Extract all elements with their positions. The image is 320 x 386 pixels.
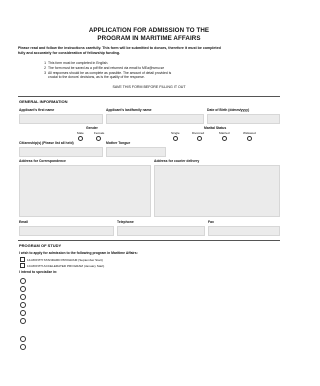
section-divider [18, 240, 280, 241]
general-information-heading: GENERAL INFORMATION [19, 99, 68, 104]
instruction-number: 2 [44, 66, 46, 70]
specialization-option-radio[interactable] [20, 302, 26, 308]
marital-widowed-radio[interactable] [247, 136, 252, 141]
standard-program-label: 14-MONTH STANDARD PROGRAM (September Sta… [27, 257, 103, 262]
specialize-statement: I intend to specialize in: [19, 270, 58, 274]
mother-tongue-label: Mother Tongue [106, 141, 131, 145]
fax-field[interactable] [208, 226, 280, 236]
intro-line2: fully and accurately for consideration o… [18, 51, 121, 55]
specialization-option-radio[interactable] [20, 294, 26, 300]
courier-address-label: Address for courier delivery [154, 159, 200, 163]
instruction-text: The form must be saved as a pdf file and… [48, 66, 165, 70]
telephone-label: Telephone [117, 220, 134, 224]
instruction-number: 3 [44, 71, 46, 75]
accelerated-program-label: 10-MONTH ACCELERATED PROGRAM (January St… [27, 263, 105, 268]
citizenship-field[interactable] [19, 147, 103, 157]
gender-male-radio[interactable] [78, 136, 83, 141]
last-name-field[interactable] [106, 114, 204, 124]
citizenship-label: Citizenship(s) (Please list all held) [19, 141, 74, 145]
instruction-number: 1 [44, 61, 46, 65]
marital-option-label: Widowed [243, 131, 256, 135]
gender-label: Gender [86, 126, 98, 130]
correspondence-address-field[interactable] [19, 165, 151, 217]
specialization-option-radio[interactable] [20, 344, 26, 350]
dob-field[interactable] [207, 114, 280, 124]
marital-married-radio[interactable] [222, 136, 227, 141]
gender-option-label: Female [94, 131, 105, 135]
last-name-label: Applicant's last/family name [106, 108, 152, 112]
form-title-line1: APPLICATION FOR ADMISSION TO THE [88, 27, 210, 34]
email-field[interactable] [19, 226, 114, 236]
marital-single-radio[interactable] [173, 136, 178, 141]
specialization-option-radio[interactable] [20, 278, 26, 284]
mother-tongue-field[interactable] [106, 147, 166, 157]
instruction-text: crucial to the donors' decisions, as is … [48, 75, 145, 79]
email-label: Email [19, 220, 29, 224]
specialization-option-radio[interactable] [20, 310, 26, 316]
instruction-text: This form must be completed in English. [48, 61, 109, 65]
program-of-study-heading: PROGRAM OF STUDY [19, 243, 62, 248]
dob-label: Date of Birth (ddmm/yyyy) [207, 108, 250, 112]
apply-statement: I wish to apply for admission to the fol… [19, 251, 138, 255]
specialization-option-radio[interactable] [20, 318, 26, 324]
marital-option-label: Married [219, 131, 230, 135]
marital-option-label: Divorced [192, 131, 205, 135]
standard-program-checkbox[interactable] [20, 257, 25, 262]
form-title-line2: PROGRAM IN MARITIME AFFAIRS [97, 35, 201, 42]
marital-status-label: Marital Status [204, 126, 227, 130]
marital-option-label: Single [171, 131, 180, 135]
fax-label: Fax [208, 220, 214, 224]
accelerated-program-checkbox[interactable] [20, 263, 25, 268]
section-divider [18, 96, 280, 97]
gender-option-label: Male [77, 131, 84, 135]
first-name-field[interactable] [19, 114, 103, 124]
specialization-option-radio[interactable] [20, 336, 26, 342]
correspondence-address-label: Address for Correspondence [19, 159, 66, 163]
gender-female-radio[interactable] [96, 136, 101, 141]
marital-divorced-radio[interactable] [197, 136, 202, 141]
save-notice: SAVE THIS FORM BEFORE FILLING IT OUT [112, 85, 186, 89]
first-name-label: Applicant's first name [19, 108, 55, 112]
telephone-field[interactable] [117, 226, 205, 236]
specialization-option-radio[interactable] [20, 286, 26, 292]
courier-address-field[interactable] [154, 165, 280, 217]
